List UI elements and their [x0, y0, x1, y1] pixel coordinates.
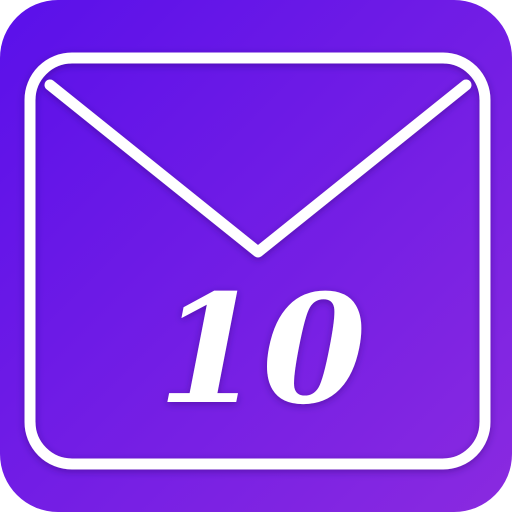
unread-count: 10: [158, 262, 367, 438]
app-icon[interactable]: 10: [0, 0, 512, 512]
